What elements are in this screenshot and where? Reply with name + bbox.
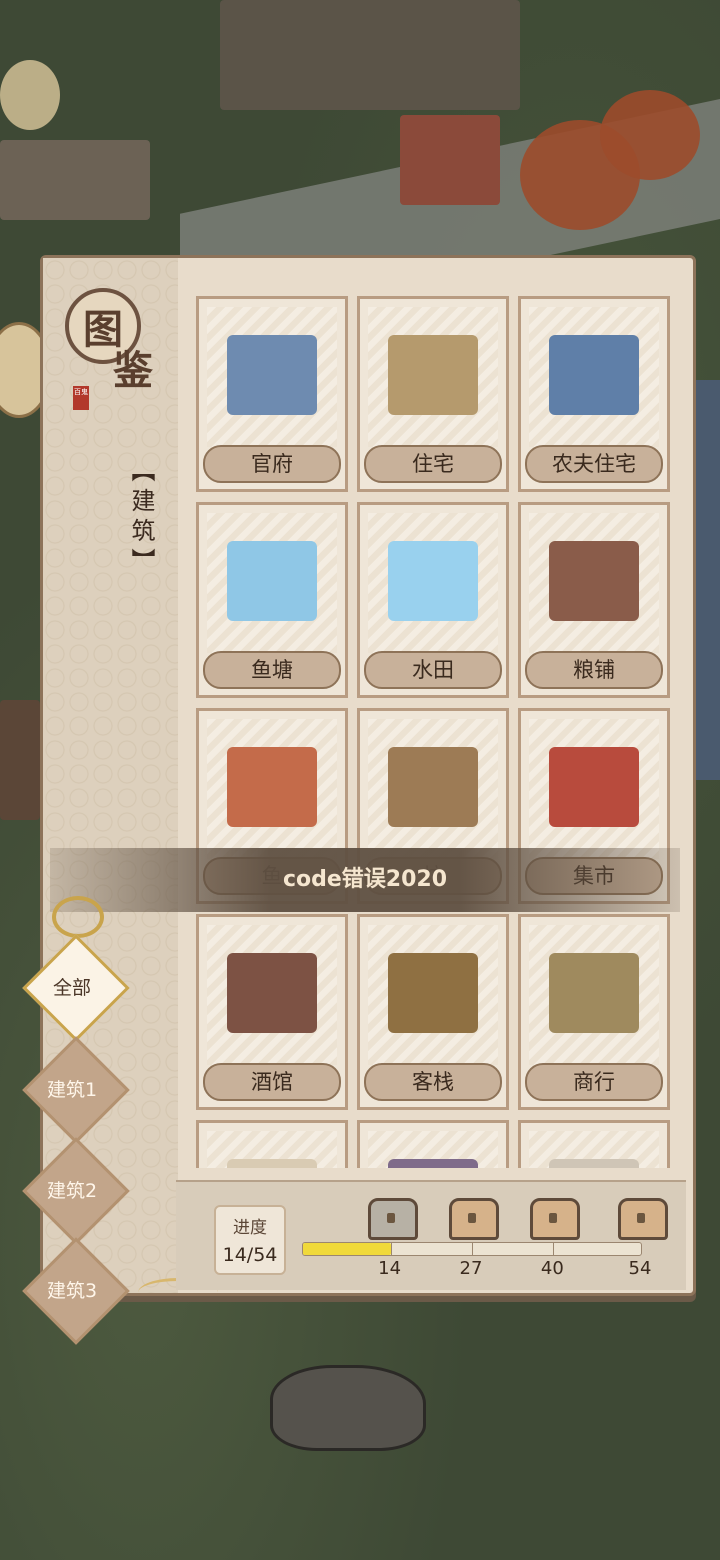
building-illustration	[368, 1131, 498, 1168]
milestone-label: 54	[628, 1258, 652, 1279]
building-illustration	[529, 513, 659, 653]
reward-chest-icon[interactable]	[449, 1198, 499, 1240]
building-card[interactable]: 商行	[518, 914, 670, 1110]
building-illustration	[529, 307, 659, 447]
filter-tab-label[interactable]: 建筑1	[22, 1075, 122, 1102]
building-illustration	[207, 719, 337, 859]
building-icon	[549, 747, 639, 827]
error-toast: code错误2020	[50, 848, 680, 912]
milestone-label: 40	[540, 1258, 564, 1279]
building-icon	[388, 747, 478, 827]
progress-tick	[553, 1242, 555, 1256]
building-card[interactable]: 粮铺	[518, 502, 670, 698]
building-icon	[388, 1159, 478, 1168]
building-card[interactable]: 客栈	[357, 914, 509, 1110]
building-illustration	[529, 925, 659, 1065]
building-illustration	[207, 1131, 337, 1168]
boulder	[270, 1365, 426, 1451]
building-card[interactable]: 住宅	[357, 296, 509, 492]
building-icon	[388, 953, 478, 1033]
reward-chest-icon[interactable]	[618, 1198, 668, 1240]
filter-tab-label[interactable]: 全部	[22, 973, 122, 1000]
building-icon	[227, 747, 317, 827]
filter-tab-label[interactable]: 建筑3	[22, 1276, 122, 1303]
building-illustration	[207, 307, 337, 447]
bush	[0, 60, 60, 130]
building-illustration	[368, 719, 498, 859]
red-seal: 百鬼	[73, 386, 89, 410]
autumn-tree	[600, 90, 700, 180]
building-illustration	[207, 513, 337, 653]
progress-tick	[390, 1242, 392, 1256]
progress-tick	[472, 1242, 473, 1256]
progress-value: 14/54	[222, 1244, 278, 1266]
left-dock	[0, 700, 40, 820]
building-name: 农夫住宅	[525, 445, 663, 483]
building-card[interactable]: 农夫住宅	[518, 296, 670, 492]
milestone-label: 14	[378, 1258, 402, 1279]
progress-fill	[303, 1243, 391, 1255]
building-card[interactable]	[518, 1120, 670, 1168]
building-name: 客栈	[364, 1063, 502, 1101]
building-grid[interactable]: 官府住宅农夫住宅鱼塘水田粮铺鱼坊集市酒馆客栈商行	[191, 288, 681, 1168]
building-card[interactable]: 水田	[357, 502, 509, 698]
building-name: 住宅	[364, 445, 502, 483]
building-icon	[549, 541, 639, 621]
filter-tab-label[interactable]: 建筑2	[22, 1176, 122, 1203]
knot-ornament-icon	[52, 896, 104, 938]
progress-track	[302, 1242, 642, 1256]
category-label: 【建筑】	[127, 458, 155, 578]
building-icon	[549, 335, 639, 415]
building-name: 官府	[203, 445, 341, 483]
building-illustration	[368, 925, 498, 1065]
building-name: 商行	[525, 1063, 663, 1101]
building-illustration	[529, 1131, 659, 1168]
building-icon	[388, 541, 478, 621]
reward-chest-icon[interactable]	[367, 1198, 418, 1240]
building-card[interactable]: 鱼塘	[196, 502, 348, 698]
building-illustration	[207, 925, 337, 1065]
building-illustration	[368, 513, 498, 653]
building-name: 水田	[364, 651, 502, 689]
building-illustration	[368, 307, 498, 447]
building-card[interactable]	[357, 1120, 509, 1168]
building-icon	[549, 953, 639, 1033]
building-icon	[227, 1159, 317, 1168]
reward-chest-icon[interactable]	[530, 1198, 581, 1240]
barrel-cart	[0, 140, 150, 220]
building-name: 粮铺	[525, 651, 663, 689]
collection-panel: 图 鉴 百鬼 【建筑】 官府住宅农夫住宅鱼塘水田粮铺鱼坊集市酒馆客栈商行	[40, 255, 696, 1296]
building-name: 鱼塘	[203, 651, 341, 689]
building-icon	[227, 953, 317, 1033]
building-icon	[388, 335, 478, 415]
building-icon	[227, 541, 317, 621]
title-char-second: 鉴	[113, 348, 153, 394]
stall-tent	[400, 115, 500, 205]
building-icon	[227, 335, 317, 415]
building-name: 酒馆	[203, 1063, 341, 1101]
market-stalls	[220, 0, 520, 110]
building-card[interactable]: 酒馆	[196, 914, 348, 1110]
panel-sidebar: 图 鉴 百鬼 【建筑】	[43, 258, 178, 1293]
progress-label: 进度	[233, 1218, 267, 1238]
progress-badge: 进度 14/54	[214, 1205, 286, 1275]
building-card[interactable]: 官府	[196, 296, 348, 492]
building-icon	[549, 1159, 639, 1168]
building-illustration	[529, 719, 659, 859]
building-card[interactable]	[196, 1120, 348, 1168]
milestone-label: 27	[459, 1258, 483, 1279]
